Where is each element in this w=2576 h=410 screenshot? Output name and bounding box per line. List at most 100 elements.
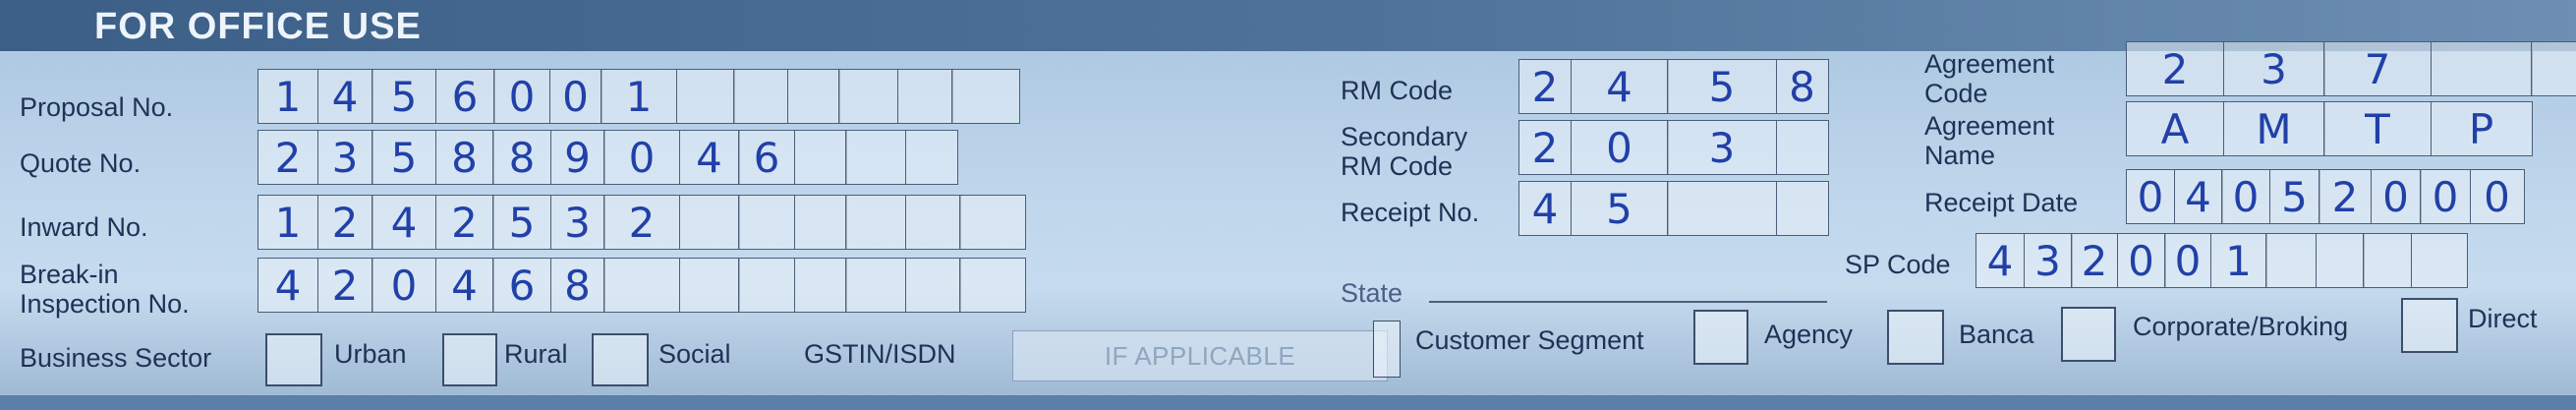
digit-cell[interactable]: M [2222, 101, 2325, 156]
digit-cell[interactable] [2410, 233, 2468, 288]
digit-cell[interactable] [845, 258, 906, 313]
digit-cell[interactable]: 4 [1570, 59, 1669, 114]
digit-cell[interactable] [896, 69, 953, 124]
digit-cell[interactable] [2363, 233, 2412, 288]
agreement-name-field[interactable]: AMTP [2126, 101, 2533, 156]
digit-cell[interactable]: 0 [493, 69, 550, 124]
digit-cell[interactable]: 8 [1775, 59, 1829, 114]
digit-cell[interactable]: 2 [258, 130, 318, 185]
digit-cell[interactable] [675, 69, 735, 124]
digit-cell[interactable]: 3 [2023, 233, 2073, 288]
digit-cell[interactable]: 0 [2420, 169, 2471, 224]
digit-cell[interactable]: 8 [549, 258, 605, 313]
digit-cell[interactable]: 4 [372, 195, 436, 250]
corporate-broking-checkbox[interactable] [2061, 307, 2116, 362]
receipt-no-field[interactable]: 45 [1518, 181, 1829, 236]
digit-cell[interactable]: 5 [372, 69, 436, 124]
digit-cell[interactable] [738, 195, 795, 250]
digit-cell[interactable]: 2 [2126, 41, 2224, 96]
digit-cell[interactable]: 5 [492, 195, 551, 250]
digit-cell[interactable]: 5 [2268, 169, 2320, 224]
digit-cell[interactable]: 2 [603, 195, 680, 250]
receipt-date-field[interactable]: 04052000 [2126, 169, 2525, 224]
digit-cell[interactable] [845, 195, 906, 250]
digit-cell[interactable]: 0 [1570, 120, 1669, 175]
digit-cell[interactable]: 0 [2469, 169, 2525, 224]
digit-cell[interactable] [904, 258, 961, 313]
digit-cell[interactable]: 0 [372, 258, 436, 313]
digit-cell[interactable] [733, 69, 788, 124]
digit-cell[interactable]: 2 [434, 195, 494, 250]
digit-cell[interactable]: 0 [2370, 169, 2422, 224]
proposal-no-field[interactable]: 1456001 [258, 69, 1020, 124]
digit-cell[interactable] [786, 69, 840, 124]
rm-code-field[interactable]: 2458 [1518, 59, 1829, 114]
digit-cell[interactable]: 9 [549, 130, 605, 185]
digit-cell[interactable] [2430, 41, 2533, 96]
digit-cell[interactable]: 5 [1570, 181, 1669, 236]
digit-cell[interactable]: 4 [258, 258, 318, 313]
digit-cell[interactable] [959, 195, 1026, 250]
digit-cell[interactable]: P [2430, 101, 2533, 156]
digit-cell[interactable]: 1 [258, 195, 318, 250]
digit-cell[interactable]: 3 [1667, 120, 1777, 175]
digit-cell[interactable] [793, 258, 847, 313]
digit-cell[interactable] [738, 258, 795, 313]
digit-cell[interactable]: 4 [1975, 233, 2025, 288]
digit-cell[interactable]: 2 [2318, 169, 2372, 224]
digit-cell[interactable]: 2 [316, 258, 373, 313]
rural-checkbox[interactable] [442, 333, 497, 386]
banca-checkbox[interactable] [1887, 310, 1944, 365]
sp-code-field[interactable]: 432001 [1975, 233, 2468, 288]
inward-no-field[interactable]: 1242532 [258, 195, 1026, 250]
digit-cell[interactable] [793, 130, 847, 185]
urban-checkbox[interactable] [265, 333, 322, 386]
state-input[interactable] [1429, 301, 1827, 303]
digit-cell[interactable] [2265, 233, 2317, 288]
digit-cell[interactable]: 6 [738, 130, 795, 185]
digit-cell[interactable]: 5 [372, 130, 436, 185]
direct-checkbox[interactable] [2401, 298, 2458, 353]
digit-cell[interactable]: 0 [548, 69, 602, 124]
secondary-rm-code-field[interactable]: 203 [1518, 120, 1829, 175]
digit-cell[interactable]: 8 [492, 130, 551, 185]
digit-cell[interactable]: 4 [434, 258, 494, 313]
quote-no-field[interactable]: 235889046 [258, 130, 958, 185]
digit-cell[interactable] [678, 195, 740, 250]
digit-cell[interactable]: 2 [1518, 59, 1572, 114]
digit-cell[interactable] [845, 130, 906, 185]
digit-cell[interactable]: 0 [2116, 233, 2166, 288]
digit-cell[interactable]: 0 [603, 130, 680, 185]
digit-cell[interactable] [1775, 120, 1829, 175]
digit-cell[interactable]: 7 [2323, 41, 2432, 96]
digit-cell[interactable] [678, 258, 740, 313]
digit-cell[interactable]: 1 [601, 69, 677, 124]
digit-cell[interactable]: 6 [434, 69, 495, 124]
digit-cell[interactable]: 8 [434, 130, 494, 185]
digit-cell[interactable]: 3 [2222, 41, 2325, 96]
gstin-input[interactable]: IF APPLICABLE [1012, 330, 1388, 381]
digit-cell[interactable]: T [2323, 101, 2432, 156]
digit-cell[interactable]: 4 [1518, 181, 1572, 236]
digit-cell[interactable]: 3 [316, 130, 373, 185]
digit-cell[interactable]: A [2126, 101, 2224, 156]
social-checkbox[interactable] [592, 333, 649, 386]
digit-cell[interactable]: 4 [316, 69, 373, 124]
digit-cell[interactable] [951, 69, 1020, 124]
agreement-code-field[interactable]: 237 [2126, 41, 2576, 96]
digit-cell[interactable] [2315, 233, 2365, 288]
digit-cell[interactable] [1667, 181, 1777, 236]
digit-cell[interactable]: 1 [258, 69, 318, 124]
digit-cell[interactable] [603, 258, 680, 313]
digit-cell[interactable] [1775, 181, 1829, 236]
digit-cell[interactable]: 4 [2173, 169, 2223, 224]
digit-cell[interactable]: 2 [1518, 120, 1572, 175]
digit-cell[interactable] [904, 130, 958, 185]
digit-cell[interactable]: 0 [2164, 233, 2211, 288]
digit-cell[interactable]: 3 [549, 195, 605, 250]
digit-cell[interactable]: 6 [492, 258, 551, 313]
digit-cell[interactable] [904, 195, 961, 250]
digit-cell[interactable]: 4 [678, 130, 740, 185]
digit-cell[interactable]: 2 [2071, 233, 2118, 288]
digit-cell[interactable]: 0 [2126, 169, 2175, 224]
